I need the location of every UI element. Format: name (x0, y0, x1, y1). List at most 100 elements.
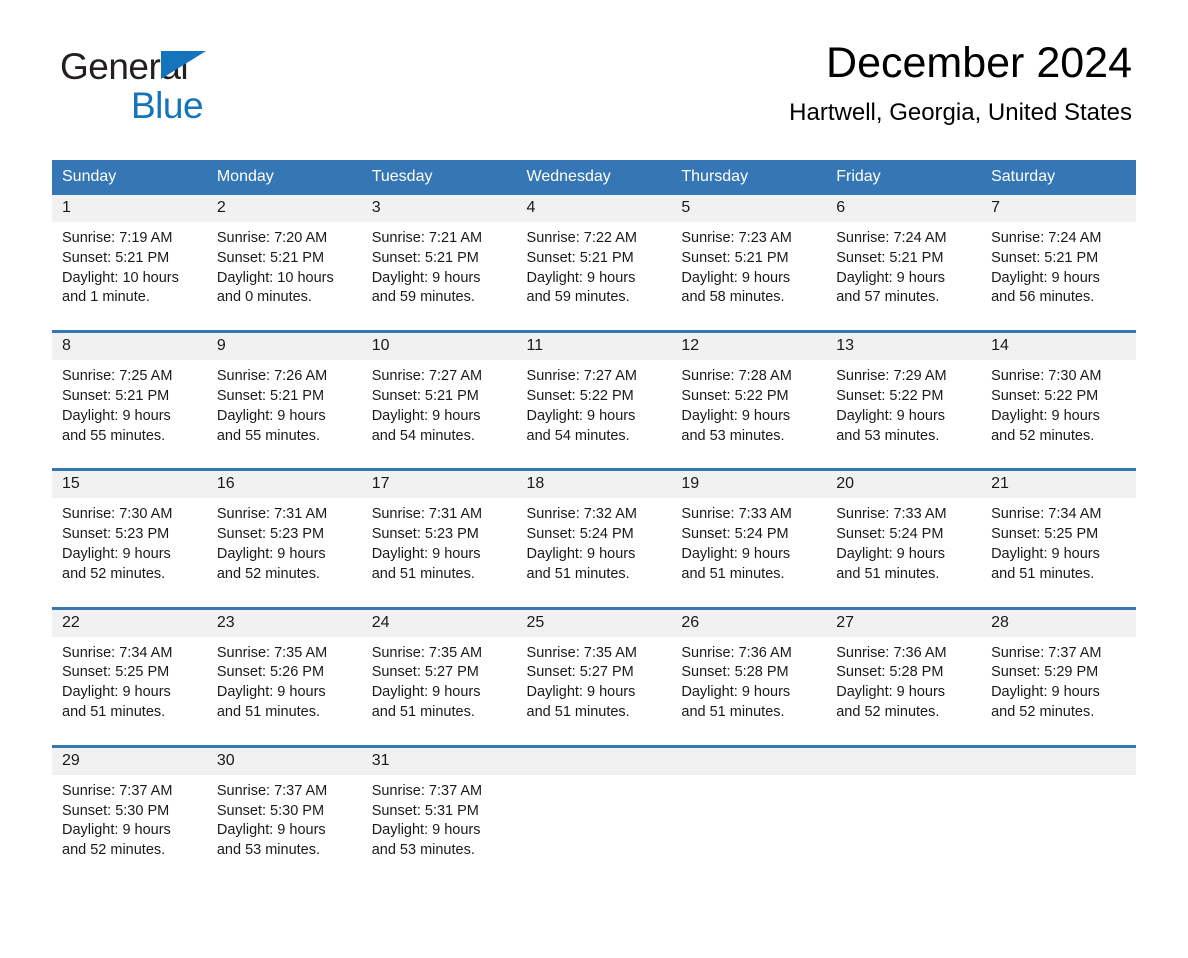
day-number: 3 (361, 195, 517, 222)
daylight-duration-line2: and 54 minutes. (526, 427, 630, 444)
calendar-day-cell[interactable]: 15 Sunrise: 7:30 AM Sunset: 5:23 PM Dayligh… (52, 468, 207, 585)
sunset-time: Sunset: 5:21 PM (371, 249, 479, 266)
daylight-duration-line1: Daylight: 9 hours (62, 407, 171, 424)
calendar-day-cell[interactable]: 31 Sunrise: 7:37 AM Sunset: 5:31 PM Dayligh… (361, 744, 517, 861)
day-details: Sunrise: 7:35 AM Sunset: 5:26 PM Daylight:… (207, 637, 362, 723)
sunrise-time: Sunrise: 7:31 AM (216, 506, 328, 523)
day-number: 29 (52, 747, 207, 775)
daylight-duration-line1: Daylight: 9 hours (371, 407, 481, 424)
day-number: 4 (516, 195, 672, 222)
calendar-header-row: Sunday Monday Tuesday Wednesday Thursday… (52, 160, 1136, 195)
daylight-duration-line2: and 0 minutes. (216, 289, 312, 306)
weekday-header-friday: Friday (826, 160, 982, 195)
day-number: 27 (826, 609, 982, 637)
day-number: 14 (981, 333, 1136, 361)
daylight-duration-line2: and 53 minutes. (836, 427, 940, 444)
calendar-day-cell[interactable]: 27 Sunrise: 7:36 AM Sunset: 5:28 PM Dayligh… (826, 606, 982, 723)
daylight-duration-line1: Daylight: 9 hours (62, 545, 171, 562)
calendar-day-cell[interactable]: 1 Sunrise: 7:19 AM Sunset: 5:21 PM Daylight… (52, 195, 207, 308)
generalblue-logo[interactable]: General Blue (60, 48, 260, 132)
calendar-day-cell[interactable]: 14 Sunrise: 7:30 AM Sunset: 5:22 PM Dayligh… (981, 330, 1136, 447)
day-details: Sunrise: 7:31 AM Sunset: 5:23 PM Daylight:… (362, 498, 517, 584)
daylight-duration-line2: and 51 minutes. (526, 703, 630, 720)
calendar-day-cell[interactable]: 29 Sunrise: 7:37 AM Sunset: 5:30 PM Dayligh… (52, 744, 207, 861)
sunrise-time: Sunrise: 7:20 AM (216, 230, 328, 246)
day-number: 26 (671, 609, 827, 637)
day-details: Sunrise: 7:37 AM Sunset: 5:29 PM Daylight:… (981, 637, 1136, 723)
daylight-duration-line2: and 57 minutes. (836, 289, 940, 306)
calendar-day-cell[interactable]: 18 Sunrise: 7:32 AM Sunset: 5:24 PM Dayligh… (516, 468, 672, 585)
daylight-duration-line1: Daylight: 9 hours (681, 684, 791, 701)
daylight-duration-line2: and 52 minutes. (991, 703, 1095, 720)
day-details: Sunrise: 7:24 AM Sunset: 5:21 PM Daylight:… (981, 222, 1136, 308)
calendar-day-cell[interactable]: 10 Sunrise: 7:27 AM Sunset: 5:21 PM Dayligh… (361, 330, 517, 447)
calendar-day-cell[interactable]: 2 Sunrise: 7:20 AM Sunset: 5:21 PM Daylight… (206, 195, 362, 308)
day-number: 28 (981, 609, 1136, 637)
calendar-day-cell[interactable]: 30 Sunrise: 7:37 AM Sunset: 5:30 PM Dayligh… (206, 744, 362, 861)
calendar-day-cell[interactable]: 13 Sunrise: 7:29 AM Sunset: 5:22 PM Dayligh… (826, 330, 982, 447)
day-details: Sunrise: 7:22 AM Sunset: 5:21 PM Daylight:… (517, 222, 672, 308)
day-number: 16 (206, 471, 362, 499)
daylight-duration-line1: Daylight: 9 hours (836, 269, 946, 286)
daylight-duration-line1: Daylight: 9 hours (216, 407, 326, 424)
week-spacer-cell (52, 308, 1136, 332)
daylight-duration-line1: Daylight: 9 hours (216, 684, 326, 701)
sunrise-time: Sunrise: 7:32 AM (526, 506, 637, 523)
day-details: Sunrise: 7:25 AM Sunset: 5:21 PM Daylight:… (52, 360, 207, 446)
calendar-day-cell[interactable]: 19 Sunrise: 7:33 AM Sunset: 5:24 PM Dayligh… (671, 468, 827, 585)
sunrise-time: Sunrise: 7:33 AM (836, 506, 947, 523)
calendar-body: 1 Sunrise: 7:19 AM Sunset: 5:21 PM Daylight… (52, 195, 1136, 861)
calendar-day-cell[interactable]: 9 Sunrise: 7:26 AM Sunset: 5:21 PM Daylight… (206, 330, 362, 447)
calendar-day-cell[interactable]: 7 Sunrise: 7:24 AM Sunset: 5:21 PM Daylight… (981, 195, 1136, 308)
calendar-day-cell[interactable]: 16 Sunrise: 7:31 AM Sunset: 5:23 PM Dayligh… (206, 468, 362, 585)
sunrise-time: Sunrise: 7:35 AM (526, 644, 637, 661)
sunrise-time: Sunrise: 7:35 AM (371, 644, 483, 661)
calendar-day-cell[interactable]: 12 Sunrise: 7:28 AM Sunset: 5:22 PM Dayligh… (671, 330, 827, 447)
sunrise-time: Sunrise: 7:27 AM (371, 368, 483, 385)
weekday-header-saturday: Saturday (981, 160, 1136, 195)
day-number: 31 (361, 747, 517, 775)
day-details: Sunrise: 7:33 AM Sunset: 5:24 PM Daylight:… (671, 498, 826, 584)
calendar-day-cell[interactable]: 4 Sunrise: 7:22 AM Sunset: 5:21 PM Daylight… (516, 195, 672, 308)
sunset-time: Sunset: 5:21 PM (371, 387, 479, 404)
day-details: Sunrise: 7:37 AM Sunset: 5:30 PM Daylight:… (207, 775, 362, 861)
calendar-day-cell[interactable]: 28 Sunrise: 7:37 AM Sunset: 5:29 PM Dayligh… (981, 606, 1136, 723)
daylight-duration-line2: and 1 minute. (62, 289, 150, 306)
day-details: Sunrise: 7:19 AM Sunset: 5:21 PM Daylight:… (52, 222, 207, 308)
week-spacer (52, 722, 1136, 747)
calendar-day-cell[interactable]: 20 Sunrise: 7:33 AM Sunset: 5:24 PM Dayligh… (826, 468, 982, 585)
sunrise-time: Sunrise: 7:34 AM (991, 506, 1102, 523)
calendar-day-cell[interactable]: 6 Sunrise: 7:24 AM Sunset: 5:21 PM Daylight… (826, 195, 982, 308)
calendar-day-cell[interactable]: 5 Sunrise: 7:23 AM Sunset: 5:21 PM Daylight… (671, 195, 827, 308)
calendar-day-cell[interactable]: 25 Sunrise: 7:35 AM Sunset: 5:27 PM Dayligh… (516, 606, 672, 723)
calendar-day-cell[interactable]: 26 Sunrise: 7:36 AM Sunset: 5:28 PM Dayligh… (671, 606, 827, 723)
daylight-duration-line1: Daylight: 9 hours (216, 545, 326, 562)
day-number: 22 (52, 609, 207, 637)
day-details (981, 775, 1136, 782)
daylight-duration-line2: and 54 minutes. (371, 427, 475, 444)
logo-triangle-icon (161, 51, 206, 79)
daylight-duration-line2: and 52 minutes. (62, 842, 166, 859)
logo-text-general: General (60, 46, 189, 87)
sunset-time: Sunset: 5:21 PM (216, 249, 325, 266)
calendar-day-cell[interactable]: 8 Sunrise: 7:25 AM Sunset: 5:21 PM Daylight… (52, 330, 207, 447)
calendar-day-cell[interactable]: 22 Sunrise: 7:34 AM Sunset: 5:25 PM Dayligh… (52, 606, 207, 723)
calendar-day-cell[interactable]: 21 Sunrise: 7:34 AM Sunset: 5:25 PM Dayligh… (981, 468, 1136, 585)
calendar-day-cell[interactable]: 11 Sunrise: 7:27 AM Sunset: 5:22 PM Dayligh… (516, 330, 672, 447)
day-number: 18 (516, 471, 672, 499)
day-number: 13 (826, 333, 982, 361)
calendar-day-cell[interactable]: 23 Sunrise: 7:35 AM Sunset: 5:26 PM Dayligh… (206, 606, 362, 723)
calendar-day-cell[interactable]: 24 Sunrise: 7:35 AM Sunset: 5:27 PM Dayligh… (361, 606, 517, 723)
day-details: Sunrise: 7:20 AM Sunset: 5:21 PM Daylight:… (207, 222, 362, 308)
daylight-duration-line1: Daylight: 9 hours (526, 407, 636, 424)
sunrise-time: Sunrise: 7:21 AM (371, 230, 483, 246)
calendar-week-row: 1 Sunrise: 7:19 AM Sunset: 5:21 PM Daylight… (52, 195, 1136, 308)
daylight-duration-line1: Daylight: 9 hours (62, 684, 171, 701)
calendar-day-cell[interactable]: 17 Sunrise: 7:31 AM Sunset: 5:23 PM Dayligh… (361, 468, 517, 585)
sunset-time: Sunset: 5:23 PM (371, 526, 479, 543)
calendar-day-cell-empty (671, 744, 827, 861)
sunset-time: Sunset: 5:28 PM (681, 664, 789, 681)
daylight-duration-line2: and 51 minutes. (681, 565, 785, 582)
calendar-day-cell[interactable]: 3 Sunrise: 7:21 AM Sunset: 5:21 PM Daylight… (361, 195, 517, 308)
sunrise-time: Sunrise: 7:29 AM (836, 368, 947, 385)
